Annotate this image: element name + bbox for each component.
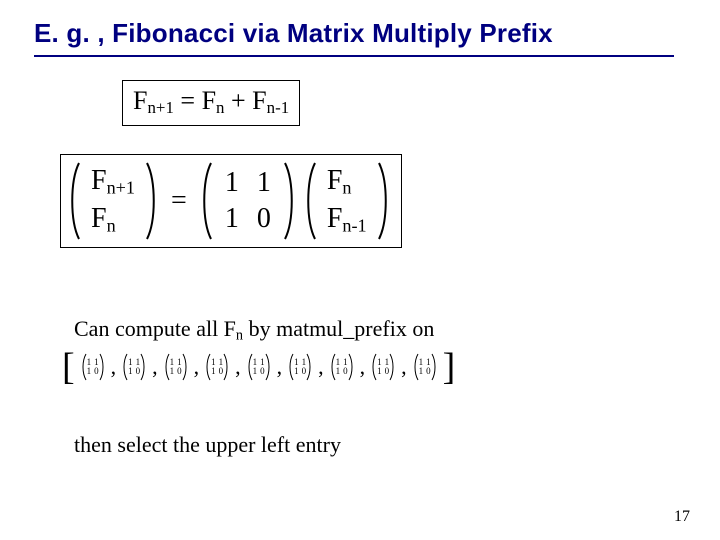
rhs-r1-sub: n: [342, 178, 351, 198]
rec-t2-base: F: [252, 86, 266, 115]
paren-close-icon: [182, 353, 188, 381]
paren-close-icon: [348, 353, 354, 381]
title-underline: [34, 55, 674, 57]
rhs-vector: Fn Fn-1: [323, 165, 371, 236]
body-line-3: then select the upper left entry: [74, 432, 341, 458]
mini-matrix: 1110: [205, 353, 229, 381]
paren-close-icon: [306, 353, 312, 381]
lhs-r1: Fn+1: [91, 165, 135, 199]
mini-matrix: 1110: [413, 353, 437, 381]
lhs-r2-sub: n: [107, 216, 116, 236]
rec-lhs-base: F: [133, 86, 147, 115]
paren-close-icon: [431, 353, 437, 381]
slide: E. g. , Fibonacci via Matrix Multiply Pr…: [0, 0, 720, 540]
paren-close-icon: [223, 353, 229, 381]
mid-r2c1: 1: [223, 203, 241, 235]
mini-matrix: 1110: [371, 353, 395, 381]
paren-open-icon: [67, 161, 81, 241]
lhs-r2-base: F: [91, 203, 107, 234]
mid-r2c2: 0: [255, 203, 273, 235]
title-block: E. g. , Fibonacci via Matrix Multiply Pr…: [34, 18, 686, 65]
sequence-comma: ,: [109, 354, 119, 380]
mini-matrix: 1110: [81, 353, 105, 381]
paren-close-icon: [389, 353, 395, 381]
rhs-r2: Fn-1: [327, 203, 367, 237]
line1-sub: n: [236, 328, 243, 344]
matrix-sequence: [1110,1110,1110,1110,1110,1110,1110,1110…: [60, 352, 457, 382]
sequence-comma: ,: [150, 354, 160, 380]
rhs-r2-sub: n-1: [342, 216, 366, 236]
paren-open-icon: [199, 161, 213, 241]
sequence-comma: ,: [275, 354, 285, 380]
sequence-comma: ,: [399, 354, 409, 380]
page-number: 17: [674, 508, 690, 526]
bracket-open: [: [60, 352, 77, 382]
paren-close-icon: [140, 353, 146, 381]
sequence-comma: ,: [233, 354, 243, 380]
mini-matrix: 1110: [164, 353, 188, 381]
sequence-comma: ,: [192, 354, 202, 380]
rhs-r2-base: F: [327, 203, 343, 234]
mini-matrix: 1110: [122, 353, 146, 381]
mid-r1c2: 1: [255, 167, 273, 199]
paren-close-icon: [283, 161, 297, 241]
paren-open-icon: [303, 161, 317, 241]
rec-t1-base: F: [202, 86, 216, 115]
rhs-r1: Fn: [327, 165, 352, 199]
paren-close-icon: [145, 161, 159, 241]
line1-post: by matmul_prefix on: [243, 316, 434, 341]
mid-r1c1: 1: [223, 167, 241, 199]
matrix-row: Fn+1 Fn = 1 1 1 0 Fn Fn-1: [67, 161, 391, 241]
lhs-r1-sub: n+1: [107, 178, 135, 198]
rec-t2-sub: n-1: [267, 98, 290, 117]
mini-matrix: 1110: [288, 353, 312, 381]
mid-col2: 1 0: [251, 167, 277, 235]
sequence-comma: ,: [358, 354, 368, 380]
rhs-r1-base: F: [327, 165, 343, 196]
paren-close-icon: [99, 353, 105, 381]
bracket-close: ]: [441, 352, 458, 382]
body-line-1: Can compute all Fn by matmul_prefix on: [74, 316, 434, 345]
lhs-r2: Fn: [91, 203, 116, 237]
lhs-r1-base: F: [91, 165, 107, 196]
line1-pre: Can compute all F: [74, 316, 236, 341]
sequence-comma: ,: [316, 354, 326, 380]
mid-col1: 1 1: [219, 167, 245, 235]
paren-close-icon: [265, 353, 271, 381]
page-title: E. g. , Fibonacci via Matrix Multiply Pr…: [34, 18, 686, 49]
mini-matrix: 1110: [247, 353, 271, 381]
lhs-vector: Fn+1 Fn: [87, 165, 139, 236]
paren-close-icon: [377, 161, 391, 241]
rec-lhs-sub: n+1: [147, 98, 173, 117]
recurrence-equation: Fn+1 = Fn + Fn-1: [122, 80, 300, 126]
rec-plus: +: [224, 86, 252, 115]
matrix-equation: Fn+1 Fn = 1 1 1 0 Fn Fn-1: [60, 154, 402, 248]
equals-sign: =: [165, 185, 193, 217]
mini-matrix: 1110: [330, 353, 354, 381]
rec-eq: =: [174, 86, 202, 115]
